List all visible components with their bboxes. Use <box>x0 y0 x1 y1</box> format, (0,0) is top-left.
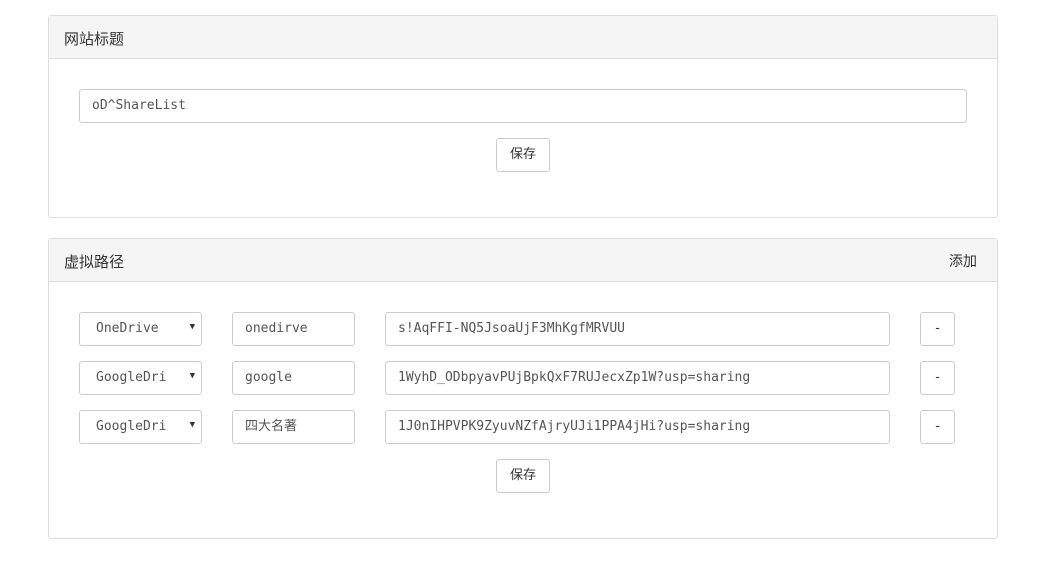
virtual-path-panel-heading: 虚拟路径 添加 <box>49 239 997 282</box>
remove-row-button[interactable]: - <box>920 410 955 444</box>
site-title-heading: 网站标题 <box>64 30 125 48</box>
virtual-path-save-button[interactable]: 保存 <box>496 459 550 493</box>
site-title-input[interactable]: oD^ShareList <box>79 89 967 123</box>
remove-row-button[interactable]: - <box>920 361 955 395</box>
drive-select[interactable]: OneDrive ▼ <box>79 312 202 346</box>
virtual-path-heading: 虚拟路径 <box>64 253 125 271</box>
add-path-button[interactable]: 添加 <box>949 251 977 271</box>
remove-row-button[interactable]: - <box>920 312 955 346</box>
caret-down-icon: ▼ <box>189 322 195 332</box>
site-title-save-button[interactable]: 保存 <box>496 138 550 172</box>
site-title-panel-heading: 网站标题 <box>49 16 997 59</box>
path-name-input[interactable]: onedirve <box>232 312 355 346</box>
path-name-input[interactable]: google <box>232 361 355 395</box>
drive-select-value: GoogleDri <box>96 419 167 434</box>
drive-select[interactable]: GoogleDri ▼ <box>79 361 202 395</box>
drive-select-value: OneDrive <box>96 321 159 336</box>
share-id-input[interactable]: s!AqFFI-NQ5JsoaUjF3MhKgfMRVUU <box>385 312 890 346</box>
share-id-input[interactable]: 1WyhD_ODbpyavPUjBpkQxF7RUJecxZp1W?usp=sh… <box>385 361 890 395</box>
path-name-input[interactable]: 四大名著 <box>232 410 355 444</box>
caret-down-icon: ▼ <box>189 420 195 430</box>
drive-select-value: GoogleDri <box>96 370 167 385</box>
caret-down-icon: ▼ <box>189 371 195 381</box>
drive-select[interactable]: GoogleDri ▼ <box>79 410 202 444</box>
site-title-panel: 网站标题 oD^ShareList 保存 <box>48 15 998 218</box>
virtual-path-panel: 虚拟路径 添加 OneDrive ▼ onedirve s!AqFFI-NQ5J… <box>48 238 998 539</box>
share-id-input[interactable]: 1J0nIHPVPK9ZyuvNZfAjryUJi1PPA4jHi?usp=sh… <box>385 410 890 444</box>
